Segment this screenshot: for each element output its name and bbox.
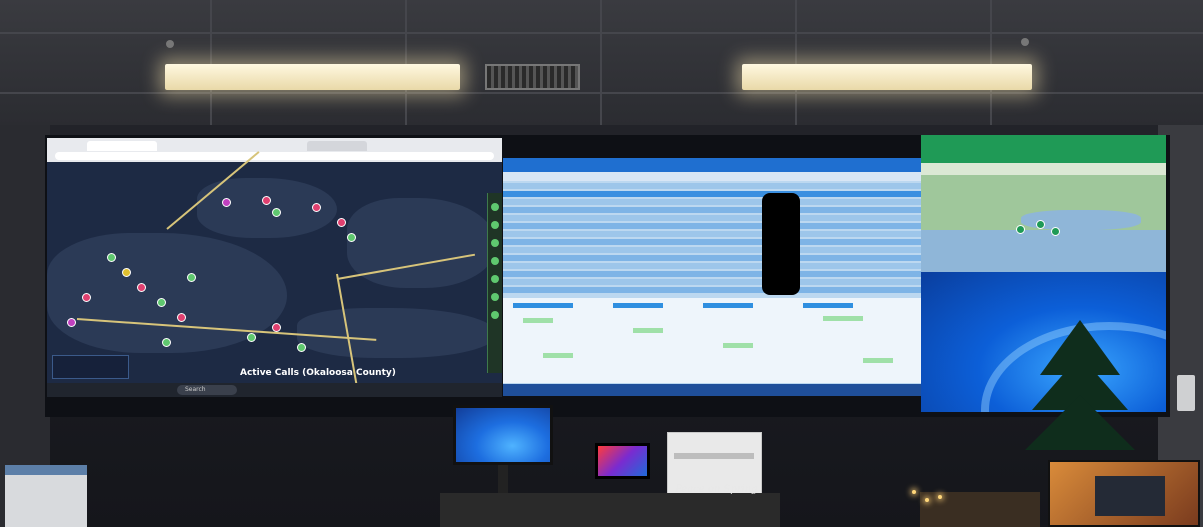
map-pin [1051,227,1060,236]
ceiling [0,0,1203,125]
desk-monitor [453,405,553,465]
map-tool-icon [491,221,499,229]
water [921,230,1166,272]
map-tool-icon [491,311,499,319]
unit-marker [187,273,196,282]
map-tool-icon [491,239,499,247]
status-header [703,303,753,308]
land-mass [347,198,497,288]
incident-marker [177,313,186,322]
map-pin [1036,220,1045,229]
cad-row [503,271,926,277]
browser-tab [307,141,367,151]
unit-marker [297,343,306,352]
small-display [595,443,650,479]
status-header [613,303,663,308]
unit-marker [272,208,281,217]
unit-marker [107,253,116,262]
map-display [47,138,502,396]
monitor-stand [498,465,508,493]
map-toolbar [487,193,502,373]
desk [440,493,780,527]
windows-taskbar: Search [47,383,502,397]
browser-chrome [47,138,502,162]
cad-row [503,215,926,221]
status-cell [633,328,663,333]
sprinkler [1021,38,1029,46]
unit-marker [157,298,166,307]
cad-dispatch-display [503,158,926,396]
active-calls-label: Active Calls (Okaloosa County) [240,368,396,378]
status-cell [523,318,553,323]
cad-row [503,287,926,293]
cad-row [503,239,926,245]
map-pin [1016,225,1025,234]
string-light [925,498,929,502]
incident-marker [67,318,76,327]
unit-marker [122,268,131,277]
cad-row [503,263,926,269]
corner-monitor [5,465,87,527]
unit-marker [347,233,356,242]
dispatch-room-photo: Active Calls (Okaloosa County) Search Pe… [0,0,1203,527]
sprinkler [166,40,174,48]
incident-marker [272,323,281,332]
ceiling-grid-line [600,0,602,125]
cad-row-selected [503,191,926,197]
status-header [803,303,853,308]
incident-marker [312,203,321,212]
incident-marker [337,218,346,227]
redacted-area [762,193,800,295]
incident-marker [82,293,91,302]
incident-marker [262,196,271,205]
map-tool-icon [491,275,499,283]
cad-status-bar [503,384,926,396]
incident-marker [222,198,231,207]
ceiling-grid-line [210,0,212,125]
unit-marker [162,338,171,347]
cad-row [503,223,926,229]
ceiling-grid-line [795,0,797,125]
cad-row [503,183,926,189]
ceiling-grid-line [990,0,992,125]
app-header [921,135,1166,163]
cad-row [503,231,926,237]
map-tool-icon [491,293,499,301]
ceiling-grid-line [405,0,407,125]
string-light [912,490,916,494]
light-switch [1177,375,1195,411]
unit-marker [247,333,256,342]
cad-row [503,279,926,285]
green-map-app [921,135,1166,272]
ceiling-light [165,64,460,90]
string-light [938,495,942,499]
desk-sign: Peace on Spring [675,484,758,495]
address-bar [55,152,494,160]
status-header [513,303,573,308]
unit-status-area [503,298,926,383]
taskbar-search: Search [177,385,237,395]
cad-menu-bar [503,172,926,181]
cad-title-bar [503,158,926,172]
browser-tab [87,141,157,151]
incident-marker [137,283,146,292]
land-mass [297,308,497,358]
cad-row [503,199,926,205]
cad-row [503,255,926,261]
ceiling-light [742,64,1032,90]
map-counter-box [52,355,129,379]
status-cell [823,316,863,321]
status-cell [723,343,753,348]
cad-row [503,207,926,213]
map-area [921,175,1166,272]
status-cell [863,358,893,363]
ceiling-vent [485,64,580,90]
corner-monitor [1048,460,1200,527]
cad-row [503,247,926,253]
status-cell [543,353,573,358]
map-tool-icon [491,257,499,265]
map-tool-icon [491,203,499,211]
